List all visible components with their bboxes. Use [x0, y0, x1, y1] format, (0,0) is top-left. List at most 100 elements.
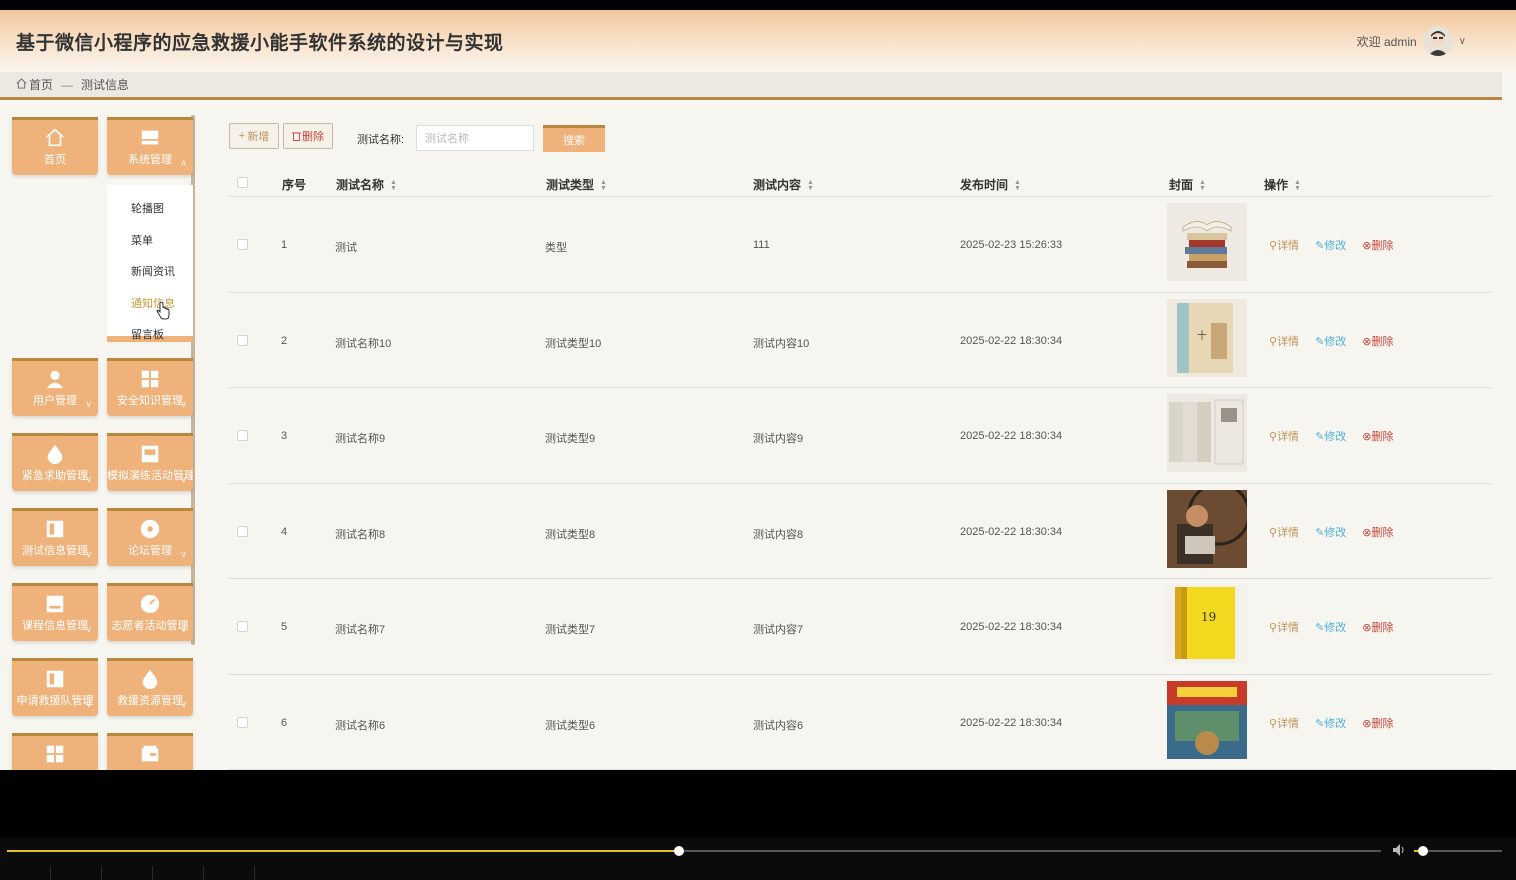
column-header-type[interactable]: 测试类型 ▲ ▼ [546, 176, 607, 193]
sidebar-tile-resources[interactable]: 救援资源管理 ∨ [107, 658, 193, 716]
sort-icon[interactable]: ▲ ▼ [390, 179, 397, 192]
breadcrumb-current: 测试信息 [81, 78, 130, 92]
chevron-down-icon[interactable]: ∨ [1459, 36, 1466, 47]
volume-icon[interactable] [1392, 843, 1408, 857]
edit-link[interactable]: ✎修改 [1315, 333, 1346, 349]
sidebar-tile-forum[interactable]: 论坛管理 ∨ [107, 508, 193, 566]
svg-text:19: 19 [1201, 610, 1216, 624]
submenu-item-news[interactable]: 新闻资讯 [131, 263, 175, 279]
sidebar-tile-course[interactable]: 课程信息管理 ∨ [12, 583, 98, 641]
player-button[interactable] [102, 866, 153, 880]
seek-bar[interactable] [7, 846, 1381, 856]
sidebar-tile-test[interactable]: 测试信息管理 ∨ [12, 508, 98, 566]
seek-handle[interactable] [673, 846, 684, 856]
detail-link[interactable]: ⚲详情 [1269, 715, 1299, 731]
table-row: 1 测试 类型 111 2025-02-23 15:26:33 ⚲详情 ✎修改 … [229, 197, 1491, 293]
chevron-down-icon: ∨ [180, 549, 187, 559]
sort-icon[interactable]: ▲ ▼ [1014, 179, 1021, 192]
row-checkbox[interactable] [237, 430, 248, 441]
edit-link[interactable]: ✎修改 [1315, 524, 1346, 540]
cover-image: 十 [1167, 298, 1247, 377]
submenu-item-menu[interactable]: 菜单 [131, 232, 153, 248]
delete-link[interactable]: ⊗删除 [1362, 715, 1393, 731]
sort-icon[interactable]: ▲ ▼ [1199, 179, 1206, 192]
select-all-checkbox[interactable] [237, 177, 248, 188]
search-label: 测试名称: [357, 134, 405, 146]
delete-link[interactable]: ⊗删除 [1362, 237, 1393, 253]
search-icon: ⚲ [1269, 526, 1278, 539]
detail-link[interactable]: ⚲详情 [1269, 237, 1299, 253]
player-button[interactable] [204, 866, 255, 880]
submenu-item-carousel[interactable]: 轮播图 [131, 200, 164, 216]
cell-type: 测试类型8 [545, 528, 596, 541]
player-button[interactable] [153, 866, 204, 880]
volume-handle[interactable] [1417, 846, 1428, 856]
breadcrumb-home[interactable]: 首页 [29, 76, 53, 93]
player-button[interactable] [0, 866, 51, 880]
column-header-actions[interactable]: 操作 ▲ ▼ [1264, 176, 1301, 193]
search-icon: ⚲ [1269, 622, 1278, 634]
column-label: 测试类型 [546, 178, 595, 192]
delete-label: 删除 [1371, 431, 1394, 443]
detail-link[interactable]: ⚲详情 [1269, 524, 1299, 540]
row-checkbox[interactable] [237, 239, 248, 250]
row-checkbox[interactable] [237, 621, 248, 632]
column-header-cover[interactable]: 封面 ▲ ▼ [1169, 176, 1206, 193]
column-header-name[interactable]: 测试名称 ▲ ▼ [336, 176, 397, 193]
sidebar-tile-emergency[interactable]: 紧急求助管理 ∨ [12, 433, 98, 491]
detail-link[interactable]: ⚲详情 [1269, 428, 1299, 444]
batch-delete-button[interactable]: 删除 [283, 123, 333, 149]
player-button[interactable] [51, 866, 102, 880]
sidebar-tile-drill[interactable]: 模拟演练活动管理 ∨ [107, 433, 193, 491]
header: 基于微信小程序的应急救援小能手软件系统的设计与实现 欢迎 admin ∨ [0, 10, 1516, 72]
delete-link[interactable]: ⊗删除 [1362, 619, 1393, 635]
cell-type: 测试类型7 [545, 624, 596, 636]
detail-link[interactable]: ⚲详情 [1269, 619, 1299, 635]
search-button[interactable]: 搜索 [543, 125, 605, 152]
sidebar-tile-more-2[interactable]: ∨ [107, 733, 193, 770]
user-menu[interactable]: 欢迎 admin ∨ [1357, 26, 1466, 56]
sort-icon[interactable]: ▲ ▼ [1294, 179, 1301, 192]
submenu-item-message-board[interactable]: 留言板 [131, 326, 164, 342]
sidebar-tile-safety[interactable]: 安全知识管理 ∨ [107, 358, 193, 416]
chevron-down-icon: ∨ [85, 699, 92, 709]
search-input[interactable]: 测试名称 [416, 125, 534, 151]
sidebar-tile-home[interactable]: 首页 [12, 117, 98, 175]
edit-label: 修改 [1324, 431, 1347, 443]
drive-icon [46, 595, 64, 613]
cell-time: 2025-02-23 15:26:33 [960, 239, 1063, 251]
column-label: 操作 [1264, 178, 1289, 192]
sidebar-tile-system[interactable]: 系统管理 ∧ [107, 117, 193, 175]
cover-image [1167, 489, 1247, 568]
column-header-content[interactable]: 测试内容 ▲ ▼ [753, 176, 814, 193]
detail-link[interactable]: ⚲详情 [1269, 333, 1299, 349]
sort-icon[interactable]: ▲ ▼ [600, 179, 607, 192]
close-circle-icon: ⊗ [1362, 717, 1372, 730]
row-checkbox[interactable] [237, 716, 248, 728]
column-header-no: 序号 [282, 178, 307, 192]
welcome-text: 欢迎 admin [1356, 34, 1417, 49]
delete-label: 删除 [1371, 717, 1394, 730]
edit-link[interactable]: ✎修改 [1315, 428, 1346, 444]
delete-link[interactable]: ⊗删除 [1362, 428, 1393, 444]
cover-image [1167, 203, 1247, 281]
delete-link[interactable]: ⊗删除 [1362, 524, 1393, 540]
cell-time: 2025-02-22 18:30:34 [960, 716, 1063, 729]
delete-link[interactable]: ⊗删除 [1362, 333, 1393, 349]
avatar[interactable] [1422, 26, 1453, 56]
sidebar-tile-user[interactable]: 用户管理 ∨ [12, 358, 98, 416]
add-button[interactable]: + 新增 [229, 123, 279, 149]
edit-link[interactable]: ✎修改 [1315, 715, 1346, 731]
sidebar-tile-more-1[interactable]: ∨ [12, 733, 98, 770]
column-header-time[interactable]: 发布时间 ▲ ▼ [960, 176, 1021, 193]
edit-link[interactable]: ✎修改 [1315, 237, 1346, 253]
drop-icon [142, 669, 158, 690]
sidebar-tile-volunteer[interactable]: 志愿者活动管理 ∨ [107, 583, 193, 641]
app-title: 基于微信小程序的应急救援小能手软件系统的设计与实现 [16, 33, 504, 54]
edit-link[interactable]: ✎修改 [1315, 619, 1346, 635]
sidebar-tile-rescue-team[interactable]: 申请救援队管理 ∨ [12, 658, 98, 716]
row-checkbox[interactable] [237, 525, 248, 537]
sort-icon[interactable]: ▲ ▼ [807, 179, 814, 192]
row-checkbox[interactable] [237, 334, 248, 346]
volume-slider[interactable] [1414, 846, 1502, 856]
